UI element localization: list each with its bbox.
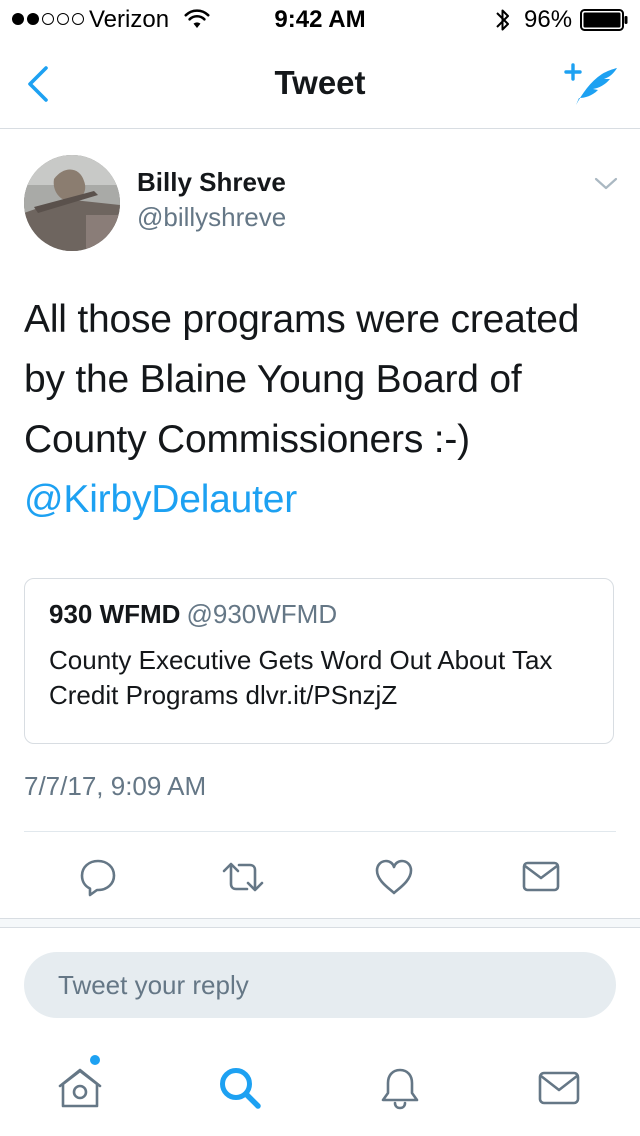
- chevron-down-icon: [594, 177, 618, 190]
- home-icon: [58, 1068, 102, 1108]
- reply-icon: [80, 859, 116, 897]
- section-separator: [0, 918, 640, 928]
- page-title: Tweet: [274, 64, 366, 101]
- quoted-tweet-card[interactable]: 930 WFMD @930WFMD County Executive Gets W…: [24, 578, 614, 744]
- author-handle[interactable]: @billyshreve: [137, 202, 286, 233]
- tab-search[interactable]: [212, 1060, 268, 1116]
- mention-link[interactable]: @KirbyDelauter: [24, 470, 624, 530]
- battery-icon: [580, 9, 628, 31]
- search-icon: [220, 1068, 261, 1109]
- tweet-actions: [0, 846, 640, 908]
- direct-message-icon: [522, 861, 560, 892]
- tweet-body: All those programs were created by the B…: [24, 298, 580, 461]
- notifications-bell-icon: [381, 1068, 419, 1110]
- tweet-options-button[interactable]: [590, 170, 622, 198]
- retweet-icon: [222, 862, 264, 892]
- author-avatar[interactable]: [24, 155, 120, 251]
- battery-percent: 96%: [524, 6, 573, 33]
- bluetooth-icon: [494, 6, 512, 41]
- author-name[interactable]: Billy Shreve: [137, 167, 286, 198]
- direct-message-button[interactable]: [518, 854, 564, 900]
- tab-home[interactable]: [52, 1060, 108, 1116]
- retweet-button[interactable]: [220, 854, 266, 900]
- quoted-author-handle: @930WFMD: [186, 599, 338, 629]
- navigation-bar: Tweet: [0, 40, 640, 129]
- quoted-tweet-text: County Executive Gets Word Out About Tax…: [49, 645, 553, 710]
- reply-input[interactable]: [24, 952, 616, 1018]
- compose-feather-icon: [564, 63, 617, 105]
- quoted-author-name: 930 WFMD: [49, 599, 181, 629]
- tab-notifications[interactable]: [372, 1060, 428, 1116]
- compose-tweet-button[interactable]: [560, 58, 624, 110]
- quoted-tweet-header: 930 WFMD @930WFMD: [49, 599, 337, 630]
- tweet-text: All those programs were created by the B…: [24, 290, 624, 530]
- tab-messages[interactable]: [531, 1060, 587, 1116]
- like-heart-icon: [375, 859, 413, 895]
- messages-icon: [538, 1071, 580, 1105]
- status-bar: Verizon 9:42 AM 96%: [0, 0, 640, 40]
- like-button[interactable]: [371, 854, 417, 900]
- tweet-timestamp: 7/7/17, 9:09 AM: [24, 771, 207, 801]
- reply-button[interactable]: [75, 854, 121, 900]
- new-content-indicator: [90, 1055, 100, 1065]
- divider: [24, 831, 616, 832]
